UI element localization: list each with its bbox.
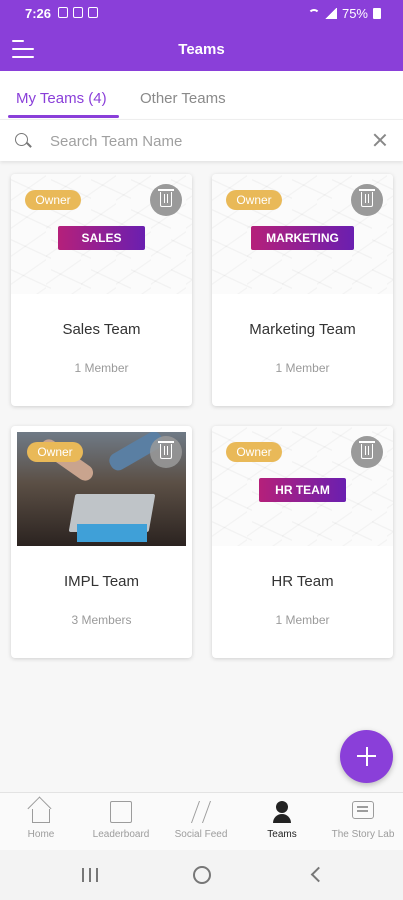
notification-icons — [58, 7, 98, 18]
app-bar: Teams — [0, 28, 403, 71]
nav-item-leaderboard[interactable]: Leaderboard — [81, 793, 161, 851]
card-header: Owner SALES — [11, 174, 192, 294]
member-count: 1 Member — [74, 361, 129, 375]
search-input[interactable] — [50, 130, 350, 152]
shopping-notification-icon — [73, 7, 83, 18]
tab-my-teams[interactable]: My Teams (4) — [16, 90, 107, 107]
people-icon — [271, 801, 293, 823]
team-name: Sales Team — [62, 321, 141, 338]
nav-item-home[interactable]: Home — [1, 793, 81, 851]
owner-badge: Owner — [226, 190, 282, 210]
nav-label: Social Feed — [174, 829, 228, 840]
bolt-icon — [190, 801, 212, 823]
team-label: SALES — [58, 226, 145, 250]
active-tab-indicator — [8, 115, 119, 118]
status-bar: 7:26 75% — [0, 0, 403, 28]
nav-label: Teams — [267, 829, 297, 840]
card-header: Owner HR TEAM — [212, 426, 393, 546]
wifi-icon — [307, 8, 320, 19]
member-count: 1 Member — [275, 613, 330, 627]
close-icon[interactable] — [373, 133, 387, 147]
nav-item-teams[interactable]: Teams — [242, 793, 322, 851]
team-label: HR TEAM — [259, 478, 346, 502]
system-nav-bar — [0, 850, 403, 900]
trash-icon — [359, 441, 375, 459]
team-name: Marketing Team — [249, 321, 356, 338]
owner-badge: Owner — [25, 190, 81, 210]
photo-detail — [77, 524, 147, 542]
team-label: MARKETING — [251, 226, 354, 250]
team-card-impl[interactable]: Owner IMPL Team 3 Members — [11, 426, 192, 658]
battery-percent: 75% — [341, 6, 368, 21]
delete-button[interactable] — [150, 184, 182, 216]
owner-badge: Owner — [27, 442, 83, 462]
tab-bar: My Teams (4) Other Teams — [0, 71, 403, 119]
signal-icon — [324, 8, 337, 19]
status-right: 75% — [307, 6, 381, 21]
search-bar — [0, 119, 403, 161]
home-icon — [32, 809, 50, 823]
search-icon — [15, 133, 28, 146]
app-notification-icon — [88, 7, 98, 18]
member-count: 3 Members — [71, 613, 132, 627]
recents-icon[interactable] — [82, 868, 98, 882]
delete-button[interactable] — [150, 436, 182, 468]
trash-icon — [158, 189, 174, 207]
trophy-icon — [110, 801, 132, 823]
battery-icon — [373, 8, 381, 19]
delete-button[interactable] — [351, 184, 383, 216]
bottom-nav: Home Leaderboard Social Feed Teams The S… — [0, 792, 403, 850]
nav-label: Home — [27, 829, 55, 840]
page-title: Teams — [178, 41, 225, 58]
nav-label: Leaderboard — [92, 829, 150, 840]
team-card-sales[interactable]: Owner SALES Sales Team 1 Member — [11, 174, 192, 406]
back-icon[interactable] — [310, 866, 327, 883]
chat-icon — [352, 801, 374, 819]
team-name: IMPL Team — [63, 573, 140, 590]
add-team-button[interactable] — [340, 730, 393, 783]
nav-label: The Story Lab — [331, 829, 395, 840]
tab-other-teams[interactable]: Other Teams — [140, 90, 226, 107]
owner-badge: Owner — [226, 442, 282, 462]
team-name: HR Team — [271, 573, 334, 590]
nav-item-social-feed[interactable]: Social Feed — [161, 793, 241, 851]
card-header: Owner MARKETING — [212, 174, 393, 294]
trash-icon — [359, 189, 375, 207]
nav-item-story-lab[interactable]: The Story Lab — [323, 793, 403, 851]
gallery-notification-icon — [58, 7, 68, 18]
home-button-icon[interactable] — [193, 866, 211, 884]
trash-icon — [158, 441, 174, 459]
team-card-hr[interactable]: Owner HR TEAM HR Team 1 Member — [212, 426, 393, 658]
member-count: 1 Member — [275, 361, 330, 375]
status-time: 7:26 — [25, 6, 52, 21]
delete-button[interactable] — [351, 436, 383, 468]
team-photo: Owner — [17, 432, 186, 546]
team-card-marketing[interactable]: Owner MARKETING Marketing Team 1 Member — [212, 174, 393, 406]
